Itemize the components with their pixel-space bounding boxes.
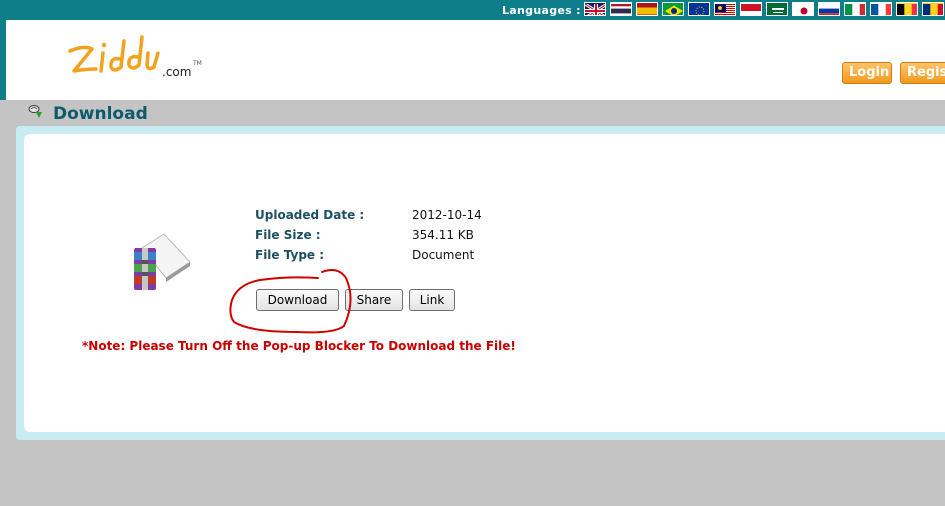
flag-japan-icon[interactable] [792, 2, 814, 16]
flag-romania-icon[interactable] [922, 2, 944, 16]
flag-russia-icon[interactable] [818, 2, 840, 16]
flag-indonesia-icon[interactable] [740, 2, 762, 16]
file-size-value: 354.11 KB [412, 228, 474, 242]
uploaded-date-label: Uploaded Date : [255, 208, 365, 222]
red-annotation-circle [226, 266, 360, 334]
flag-france-icon[interactable] [870, 2, 892, 16]
flag-belgium-icon[interactable] [896, 2, 918, 16]
uploaded-date-value: 2012-10-14 [412, 208, 482, 222]
trademark-mark: TM [193, 60, 202, 67]
page-title: Download [53, 104, 148, 124]
login-button[interactable]: Login [842, 62, 892, 84]
rar-archive-icon [128, 232, 194, 294]
register-button[interactable]: Regis [900, 62, 945, 84]
link-button[interactable]: Link [409, 289, 455, 311]
file-type-label: File Type : [255, 248, 325, 262]
flag-malaysia-icon[interactable] [714, 2, 736, 16]
popup-blocker-note: *Note: Please Turn Off the Pop-up Blocke… [82, 339, 516, 353]
flag-brazil-icon[interactable] [662, 2, 684, 16]
file-size-label: File Size : [255, 228, 321, 242]
flag-eu-icon[interactable] [688, 2, 710, 16]
download-section-icon [27, 104, 43, 120]
flag-spain-icon[interactable] [636, 2, 658, 16]
flag-italy-icon[interactable] [844, 2, 866, 16]
languages-label: Languages : [502, 4, 581, 17]
top-bar: Languages : [0, 0, 945, 20]
logo-suffix: .com [162, 65, 192, 79]
flag-uk-icon[interactable] [584, 2, 606, 16]
flag-thailand-icon[interactable] [610, 2, 632, 16]
site-header: .com TM Login Regis [6, 20, 945, 100]
flag-saudi-arabia-icon[interactable] [766, 2, 788, 16]
file-type-value: Document [412, 248, 475, 262]
